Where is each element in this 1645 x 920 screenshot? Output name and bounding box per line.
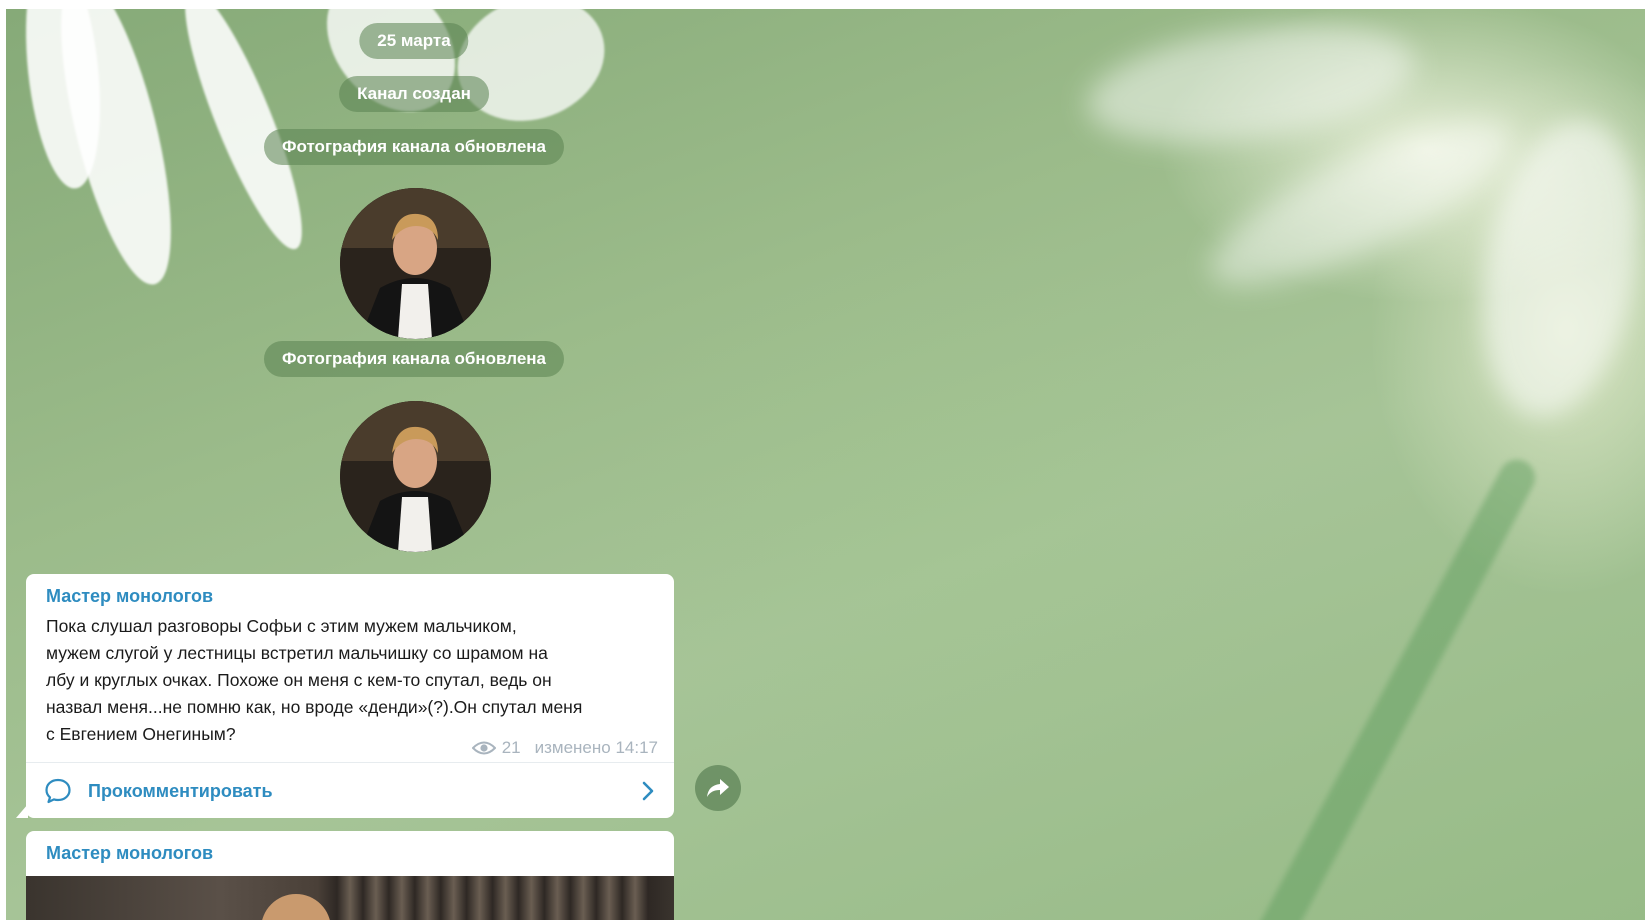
date-badge: 25 марта: [359, 23, 469, 59]
post-photo[interactable]: [26, 876, 674, 920]
edited-timestamp: изменено 14:17: [534, 738, 658, 757]
photo-subject: [261, 894, 331, 920]
post-text-line: назвал меня...не помню как, но вроде «де…: [46, 697, 583, 717]
post-text-line: Пока слушал разговоры Софьи с этим мужем…: [46, 616, 517, 636]
comment-button[interactable]: Прокомментировать: [26, 763, 674, 819]
chevron-right-icon: [642, 781, 654, 801]
post-author[interactable]: Мастер монологов: [46, 843, 213, 864]
forward-button[interactable]: [695, 765, 741, 811]
comment-button-label: Прокомментировать: [88, 780, 273, 801]
eye-icon: [471, 741, 496, 755]
service-message-photo-updated: Фотография канала обновлена: [263, 341, 565, 377]
channel-photo-image: [340, 188, 491, 339]
post-text-line: лбу и круглых очках. Похоже он меня с ке…: [46, 670, 552, 690]
views-count: 21: [501, 738, 521, 757]
channel-photo[interactable]: [340, 401, 491, 552]
post-text-line: мужем слугой у лестницы встретил мальчиш…: [46, 643, 548, 663]
chat-area[interactable]: 25 марта Канал создан Фотография канала …: [6, 9, 1645, 920]
channel-post[interactable]: Мастер монологов Пока слушал разговоры С…: [16, 574, 674, 819]
channel-photo[interactable]: [340, 188, 491, 339]
comment-bubble-icon: [45, 778, 71, 804]
forward-arrow-icon: [707, 779, 729, 797]
post-text: Пока слушал разговоры Софьи с этим мужем…: [46, 613, 658, 748]
post-author[interactable]: Мастер монологов: [46, 586, 213, 607]
post-meta: 21 изменено 14:17: [471, 738, 658, 758]
service-message-channel-created: Канал создан: [339, 76, 489, 112]
service-message-photo-updated: Фотография канала обновлена: [263, 129, 565, 165]
channel-photo-image: [340, 401, 491, 552]
bubble-tail: [16, 804, 28, 818]
channel-post[interactable]: Мастер монологов: [26, 831, 674, 920]
